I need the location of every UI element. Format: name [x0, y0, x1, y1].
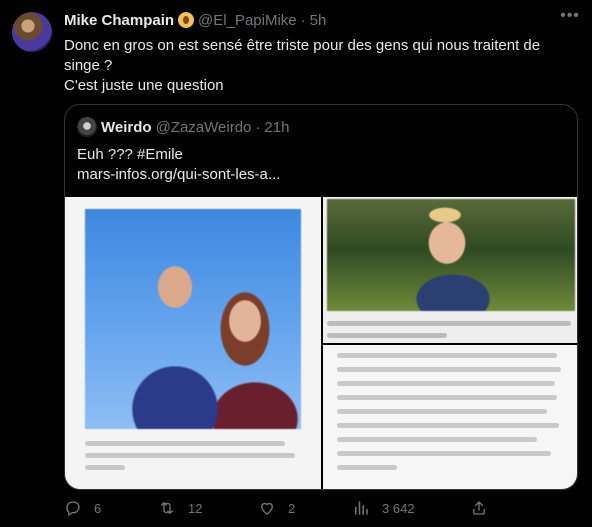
views-icon [355, 501, 368, 515]
share-button[interactable] [470, 498, 500, 518]
author-handle[interactable]: @El_PapiMike [198, 12, 297, 29]
blurred-text-line [337, 423, 559, 428]
blurred-text-line [337, 367, 561, 372]
blurred-text-line [337, 395, 557, 400]
quoted-author-name: Weirdo [101, 118, 152, 136]
retweet-count: 12 [188, 500, 203, 516]
more-options-icon[interactable]: ••• [560, 8, 580, 28]
views-count: 3 642 [382, 500, 415, 516]
like-count: 2 [288, 500, 296, 516]
blurred-caption-line [85, 453, 295, 458]
views-button[interactable]: 3 642 [352, 498, 415, 518]
media-image-child[interactable] [323, 197, 577, 343]
quoted-author-handle: @ZazaWeirdo [155, 118, 252, 136]
blurred-caption-line [327, 333, 447, 338]
blurred-caption-line [85, 441, 285, 446]
tweet[interactable]: Mike Champain @El_PapiMike · 5h ••• Donc… [0, 0, 592, 527]
tweet-text-line: C'est juste une question [64, 77, 224, 94]
blurred-text-line [337, 381, 555, 386]
blurred-caption-line [85, 465, 125, 470]
reply-icon [66, 501, 80, 517]
blurred-text-line [337, 465, 397, 470]
reply-count: 6 [94, 500, 102, 516]
quoted-text-line: Euh ??? #Emile [77, 146, 183, 163]
blurred-text-line [337, 409, 547, 414]
media-image-article[interactable] [323, 345, 577, 489]
media-image-couple[interactable] [65, 197, 321, 489]
tweet-header: Mike Champain @El_PapiMike · 5h [64, 10, 326, 30]
quoted-tweet[interactable]: Weirdo @ZazaWeirdo · 21h Euh ??? #Emile … [64, 104, 578, 490]
child-photo [327, 199, 575, 311]
tweet-text: Donc en gros on est sensé être triste po… [64, 36, 574, 96]
separator-dot: · [300, 11, 306, 29]
blurred-text-line [337, 451, 551, 456]
share-icon [473, 501, 485, 515]
like-button[interactable]: 2 [258, 498, 295, 518]
reply-button[interactable]: 6 [64, 498, 101, 518]
quoted-timestamp: 21h [264, 118, 290, 136]
retweet-icon [161, 502, 173, 514]
tweet-text-line: Donc en gros on est sensé être triste po… [64, 37, 541, 74]
quoted-link[interactable]: mars-infos.org/qui-sont-les-a... [77, 165, 280, 185]
couple-photo [85, 209, 301, 429]
action-bar: 6 12 2 3 642 [64, 498, 485, 518]
heart-icon [261, 502, 273, 515]
retweet-button[interactable]: 12 [158, 498, 202, 518]
blurred-text-line [337, 437, 537, 442]
blurred-text-line [337, 353, 557, 358]
avatar[interactable] [12, 12, 52, 52]
quoted-tweet-text: Euh ??? #Emile mars-infos.org/qui-sont-l… [77, 145, 280, 185]
timestamp[interactable]: 5h [310, 12, 327, 29]
media-grid [65, 197, 577, 489]
emoji-badge-icon [178, 12, 195, 28]
separator-dot: · [255, 118, 261, 136]
blurred-caption-line [327, 321, 571, 326]
quoted-avatar [77, 117, 97, 137]
quoted-tweet-header: Weirdo @ZazaWeirdo · 21h [77, 117, 289, 137]
author-name[interactable]: Mike Champain [64, 12, 174, 29]
